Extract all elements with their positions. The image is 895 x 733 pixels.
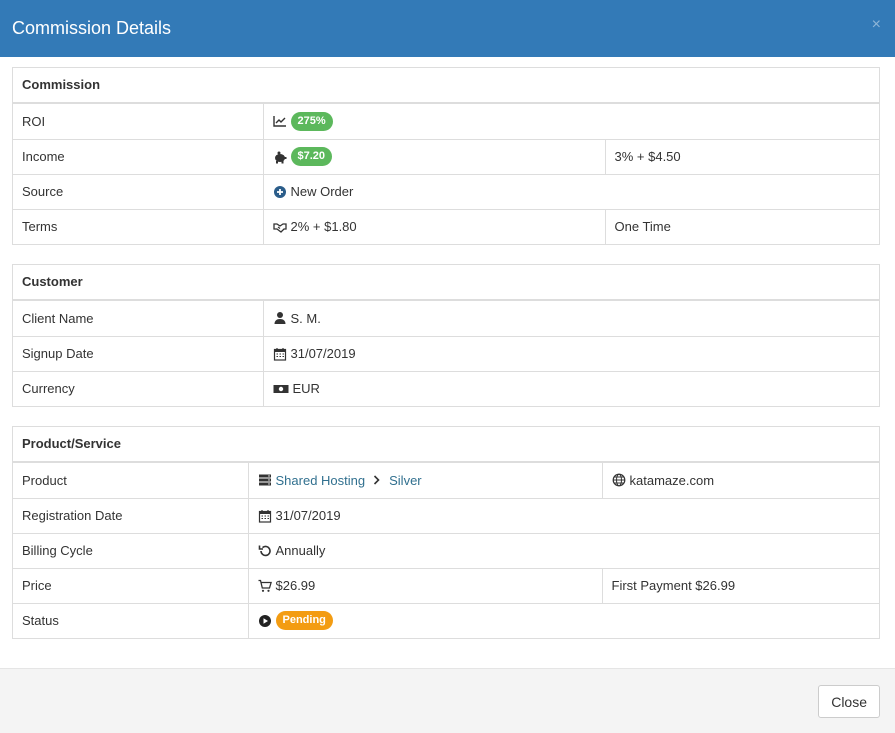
source-label: Source <box>13 173 264 209</box>
client-value: S. M. <box>290 310 321 326</box>
server-icon <box>258 473 272 487</box>
billing-cycle-label: Billing Cycle <box>13 532 249 568</box>
chevron-right-icon <box>371 473 383 487</box>
line-chart-icon <box>272 114 287 128</box>
cart-icon <box>258 579 272 593</box>
calendar-icon <box>258 509 272 523</box>
commission-table: ROI 275% Income $7.20 3% + $4.50 Source … <box>13 104 879 244</box>
close-button[interactable]: Close <box>818 685 880 718</box>
customer-heading: Customer <box>13 265 879 301</box>
billing-cycle-value: Annually <box>275 543 326 558</box>
product-label: Product <box>13 463 249 498</box>
commission-heading: Commission <box>13 68 879 104</box>
table-row: Product Shared Hosting Silver katamaze.c… <box>13 463 879 498</box>
product-panel: Product/Service Product Shared Hosting S… <box>12 426 880 639</box>
commission-panel: Commission ROI 275% Income $7.20 3% + $4… <box>12 67 880 245</box>
currency-value: EUR <box>292 381 320 397</box>
registration-label: Registration Date <box>13 497 249 533</box>
table-row: Currency EUR <box>13 370 879 406</box>
modal-footer: Close <box>0 668 895 733</box>
domain-value: katamaze.com <box>629 472 715 488</box>
price-value: $26.99 <box>275 578 316 593</box>
table-row: Signup Date 31/07/2019 <box>13 335 879 371</box>
roi-badge: 275% <box>290 111 333 131</box>
table-row: Price $26.99 First Payment $26.99 <box>13 567 879 603</box>
piggy-bank-icon <box>273 150 287 164</box>
client-label: Client Name <box>13 301 264 336</box>
modal-title: Commission Details <box>12 18 172 38</box>
status-label: Status <box>13 602 249 638</box>
table-row: Status Pending <box>13 602 879 638</box>
signup-label: Signup Date <box>13 335 264 371</box>
income-rate: 3% + $4.50 <box>605 138 879 174</box>
table-row: Terms 2% + $1.80 One Time <box>13 208 879 244</box>
user-icon <box>273 311 287 325</box>
customer-panel: Customer Client Name S. M. Signup Date 3… <box>12 264 880 407</box>
undo-icon <box>258 544 272 558</box>
plus-circle-icon <box>273 185 287 199</box>
table-row: ROI 275% <box>13 104 879 139</box>
signup-value: 31/07/2019 <box>290 346 356 361</box>
calendar-icon <box>273 347 287 361</box>
terms-value: 2% + $1.80 <box>290 219 357 235</box>
product-name-link[interactable]: Silver <box>389 473 422 488</box>
table-row: Income $7.20 3% + $4.50 <box>13 138 879 174</box>
source-value: New Order <box>290 184 354 199</box>
table-row: Client Name S. M. <box>13 301 879 336</box>
handshake-icon <box>272 220 287 234</box>
money-bill-icon <box>273 382 289 396</box>
play-circle-icon <box>258 614 272 628</box>
first-payment: First Payment $26.99 <box>602 567 879 603</box>
product-group-link[interactable]: Shared Hosting <box>276 473 366 488</box>
globe-icon <box>612 473 626 487</box>
table-row: Billing Cycle Annually <box>13 532 879 568</box>
terms-type: One Time <box>605 208 879 244</box>
roi-label: ROI <box>13 104 264 139</box>
income-label: Income <box>13 138 264 174</box>
product-table: Product Shared Hosting Silver katamaze.c… <box>13 463 879 638</box>
table-row: Registration Date 31/07/2019 <box>13 497 879 533</box>
modal-header: Commission Details × <box>0 0 895 57</box>
customer-table: Client Name S. M. Signup Date 31/07/2019 <box>13 301 879 406</box>
table-row: Source New Order <box>13 173 879 209</box>
currency-label: Currency <box>13 370 264 406</box>
product-heading: Product/Service <box>13 427 879 463</box>
price-label: Price <box>13 567 249 603</box>
income-badge: $7.20 <box>290 147 333 166</box>
registration-value: 31/07/2019 <box>275 508 341 523</box>
close-icon[interactable]: × <box>872 16 881 34</box>
status-badge: Pending <box>275 611 333 631</box>
terms-label: Terms <box>13 208 264 244</box>
